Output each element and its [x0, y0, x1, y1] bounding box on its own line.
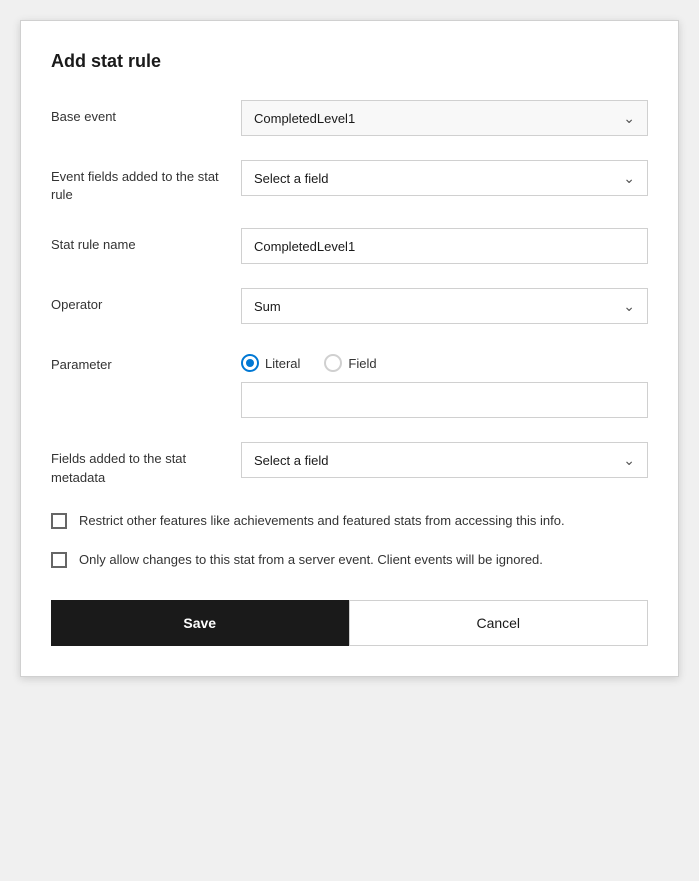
cancel-button[interactable]: Cancel [349, 600, 649, 646]
operator-chevron-icon: ⌄ [623, 298, 635, 315]
event-fields-chevron-icon: ⌄ [623, 170, 635, 187]
operator-value: Sum [254, 299, 281, 314]
checkbox1[interactable] [51, 513, 67, 529]
parameter-field-label: Field [348, 356, 376, 371]
stat-rule-name-control [241, 228, 648, 264]
parameter-field-radio[interactable] [324, 354, 342, 372]
stat-rule-name-row: Stat rule name [51, 228, 648, 264]
dialog-title: Add stat rule [51, 51, 648, 72]
parameter-radio-group: Literal Field [241, 348, 648, 372]
base-event-label: Base event [51, 100, 241, 126]
event-fields-placeholder: Select a field [254, 171, 328, 186]
checkbox2-text: Only allow changes to this stat from a s… [79, 550, 543, 570]
parameter-field-option[interactable]: Field [324, 354, 376, 372]
fields-added-row: Fields added to the stat metadata Select… [51, 442, 648, 486]
save-button[interactable]: Save [51, 600, 349, 646]
checkbox2-row: Only allow changes to this stat from a s… [51, 550, 648, 570]
event-fields-control: Select a field ⌄ [241, 160, 648, 196]
fields-added-dropdown[interactable]: Select a field ⌄ [241, 442, 648, 478]
stat-rule-name-label: Stat rule name [51, 228, 241, 254]
operator-row: Operator Sum ⌄ [51, 288, 648, 324]
parameter-row: Parameter Literal Field [51, 348, 648, 418]
parameter-literal-label: Literal [265, 356, 300, 371]
base-event-row: Base event CompletedLevel1 ⌄ [51, 100, 648, 136]
checkbox1-text: Restrict other features like achievement… [79, 511, 565, 531]
add-stat-rule-dialog: Add stat rule Base event CompletedLevel1… [20, 20, 679, 677]
fields-added-label: Fields added to the stat metadata [51, 442, 241, 486]
parameter-value-input[interactable] [241, 382, 648, 418]
base-event-control: CompletedLevel1 ⌄ [241, 100, 648, 136]
checkbox1-row: Restrict other features like achievement… [51, 511, 648, 531]
event-fields-dropdown[interactable]: Select a field ⌄ [241, 160, 648, 196]
fields-added-chevron-icon: ⌄ [623, 452, 635, 469]
operator-dropdown[interactable]: Sum ⌄ [241, 288, 648, 324]
parameter-control: Literal Field [241, 348, 648, 418]
fields-added-placeholder: Select a field [254, 453, 328, 468]
stat-rule-name-input[interactable] [241, 228, 648, 264]
event-fields-label: Event fields added to the stat rule [51, 160, 241, 204]
checkbox2[interactable] [51, 552, 67, 568]
button-row: Save Cancel [51, 600, 648, 646]
event-fields-row: Event fields added to the stat rule Sele… [51, 160, 648, 204]
fields-added-control: Select a field ⌄ [241, 442, 648, 478]
base-event-value: CompletedLevel1 [254, 111, 355, 126]
parameter-label: Parameter [51, 348, 241, 374]
base-event-dropdown[interactable]: CompletedLevel1 ⌄ [241, 100, 648, 136]
parameter-literal-radio[interactable] [241, 354, 259, 372]
page-container: Add stat rule Base event CompletedLevel1… [0, 0, 699, 881]
operator-control: Sum ⌄ [241, 288, 648, 324]
base-event-chevron-icon: ⌄ [623, 110, 635, 127]
parameter-literal-option[interactable]: Literal [241, 354, 300, 372]
operator-label: Operator [51, 288, 241, 314]
